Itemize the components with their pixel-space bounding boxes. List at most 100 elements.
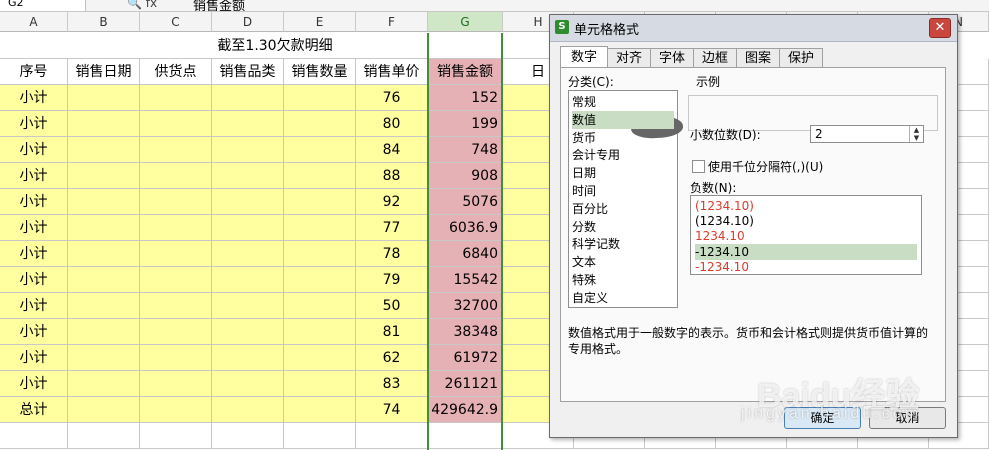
table-cell[interactable]: 429642.9 xyxy=(428,397,503,423)
table-cell[interactable]: 80 xyxy=(356,111,428,137)
table-cell[interactable] xyxy=(284,319,356,345)
table-cell[interactable] xyxy=(284,189,356,215)
category-item[interactable]: 货币 xyxy=(572,129,674,147)
table-cell[interactable] xyxy=(140,163,212,189)
table-cell[interactable] xyxy=(68,137,140,163)
category-item[interactable]: 会计专用 xyxy=(572,146,674,164)
header-cell[interactable]: 销售金额 xyxy=(428,59,503,85)
table-cell[interactable] xyxy=(212,111,284,137)
table-cell[interactable]: 32700 xyxy=(428,293,503,319)
category-item[interactable]: 日期 xyxy=(572,164,674,182)
table-cell[interactable] xyxy=(212,163,284,189)
table-cell[interactable] xyxy=(212,189,284,215)
table-cell[interactable]: 15542 xyxy=(428,267,503,293)
column-header-d[interactable]: D xyxy=(212,12,284,32)
tab-2[interactable]: 字体 xyxy=(650,48,694,67)
table-cell[interactable]: 74 xyxy=(356,397,428,423)
negative-format-option[interactable]: (1234.10) xyxy=(695,213,917,229)
negative-format-option[interactable]: (1234.10) xyxy=(695,198,917,214)
table-cell[interactable] xyxy=(68,241,140,267)
table-cell[interactable]: 小计 xyxy=(0,163,68,189)
table-cell[interactable]: 152 xyxy=(428,85,503,111)
table-cell[interactable]: 88 xyxy=(356,163,428,189)
table-cell[interactable] xyxy=(284,85,356,111)
table-cell[interactable]: 748 xyxy=(428,137,503,163)
table-cell[interactable] xyxy=(140,345,212,371)
table-cell[interactable] xyxy=(140,319,212,345)
header-cell[interactable]: 销售日期 xyxy=(68,59,140,85)
table-cell[interactable]: 6840 xyxy=(428,241,503,267)
table-cell[interactable]: 83 xyxy=(356,371,428,397)
category-item[interactable]: 自定义 xyxy=(572,289,674,307)
table-cell[interactable] xyxy=(68,163,140,189)
empty-cell[interactable] xyxy=(356,423,428,449)
table-cell[interactable] xyxy=(284,241,356,267)
table-cell[interactable] xyxy=(284,215,356,241)
category-item[interactable]: 分数 xyxy=(572,218,674,236)
table-cell[interactable] xyxy=(284,111,356,137)
table-cell[interactable]: 6036.9 xyxy=(428,215,503,241)
empty-cell[interactable] xyxy=(284,423,356,449)
header-cell[interactable]: 销售单价 xyxy=(356,59,428,85)
sheet-title[interactable]: 截至1.30欠款明细 xyxy=(0,33,550,59)
close-button[interactable]: ✕ xyxy=(929,18,951,38)
header-cell[interactable]: 销售数量 xyxy=(284,59,356,85)
table-cell[interactable]: 小计 xyxy=(0,111,68,137)
table-cell[interactable] xyxy=(212,85,284,111)
table-cell[interactable]: 小计 xyxy=(0,371,68,397)
table-cell[interactable]: 总计 xyxy=(0,397,68,423)
table-cell[interactable]: 81 xyxy=(356,319,428,345)
table-cell[interactable] xyxy=(140,85,212,111)
table-cell[interactable]: 小计 xyxy=(0,267,68,293)
table-cell[interactable] xyxy=(140,137,212,163)
table-cell[interactable] xyxy=(212,241,284,267)
empty-cell[interactable] xyxy=(140,423,212,449)
table-cell[interactable] xyxy=(212,371,284,397)
tab-4[interactable]: 图案 xyxy=(736,48,780,67)
name-box[interactable]: G2 xyxy=(0,0,86,11)
table-cell[interactable] xyxy=(284,293,356,319)
column-header-a[interactable]: A xyxy=(0,12,68,32)
table-cell[interactable]: 小计 xyxy=(0,137,68,163)
table-cell[interactable] xyxy=(68,215,140,241)
table-cell[interactable] xyxy=(140,397,212,423)
table-cell[interactable] xyxy=(140,111,212,137)
dialog-titlebar[interactable]: S 单元格格式 ✕ xyxy=(550,15,957,42)
table-cell[interactable]: 小计 xyxy=(0,189,68,215)
table-cell[interactable]: 小计 xyxy=(0,85,68,111)
category-item[interactable]: 时间 xyxy=(572,182,674,200)
category-item[interactable]: 特殊 xyxy=(572,271,674,289)
table-cell[interactable] xyxy=(212,215,284,241)
column-header-c[interactable]: C xyxy=(140,12,212,32)
table-cell[interactable] xyxy=(284,137,356,163)
table-cell[interactable]: 62 xyxy=(356,345,428,371)
table-cell[interactable] xyxy=(140,241,212,267)
table-cell[interactable]: 77 xyxy=(356,215,428,241)
table-cell[interactable] xyxy=(284,345,356,371)
table-cell[interactable] xyxy=(284,163,356,189)
negative-format-option[interactable]: -1234.10 xyxy=(695,243,917,260)
empty-cell[interactable] xyxy=(0,423,68,449)
table-cell[interactable] xyxy=(140,267,212,293)
table-cell[interactable]: 小计 xyxy=(0,345,68,371)
table-cell[interactable] xyxy=(68,111,140,137)
table-cell[interactable] xyxy=(68,371,140,397)
table-cell[interactable] xyxy=(284,267,356,293)
empty-cell[interactable] xyxy=(68,423,140,449)
negative-format-option[interactable]: 1234.10 xyxy=(695,228,917,244)
empty-cell[interactable] xyxy=(428,423,503,449)
thousands-separator-checkbox[interactable] xyxy=(692,160,705,173)
category-item[interactable]: 百分比 xyxy=(572,200,674,218)
spin-down-icon[interactable]: ▼ xyxy=(910,134,923,142)
decimal-places-stepper[interactable]: 2 ▲ ▼ xyxy=(810,125,924,143)
column-header-b[interactable]: B xyxy=(68,12,140,32)
negative-numbers-list[interactable]: (1234.10) (1234.10) 1234.10 -1234.10 -1234.1… xyxy=(690,195,922,275)
table-cell[interactable]: 61972 xyxy=(428,345,503,371)
column-header-e[interactable]: E xyxy=(284,12,356,32)
header-cell[interactable]: 供货点 xyxy=(140,59,212,85)
table-cell[interactable] xyxy=(284,371,356,397)
tab-1[interactable]: 对齐 xyxy=(607,48,651,67)
table-cell[interactable] xyxy=(68,293,140,319)
table-cell[interactable]: 小计 xyxy=(0,241,68,267)
table-cell[interactable]: 小计 xyxy=(0,319,68,345)
